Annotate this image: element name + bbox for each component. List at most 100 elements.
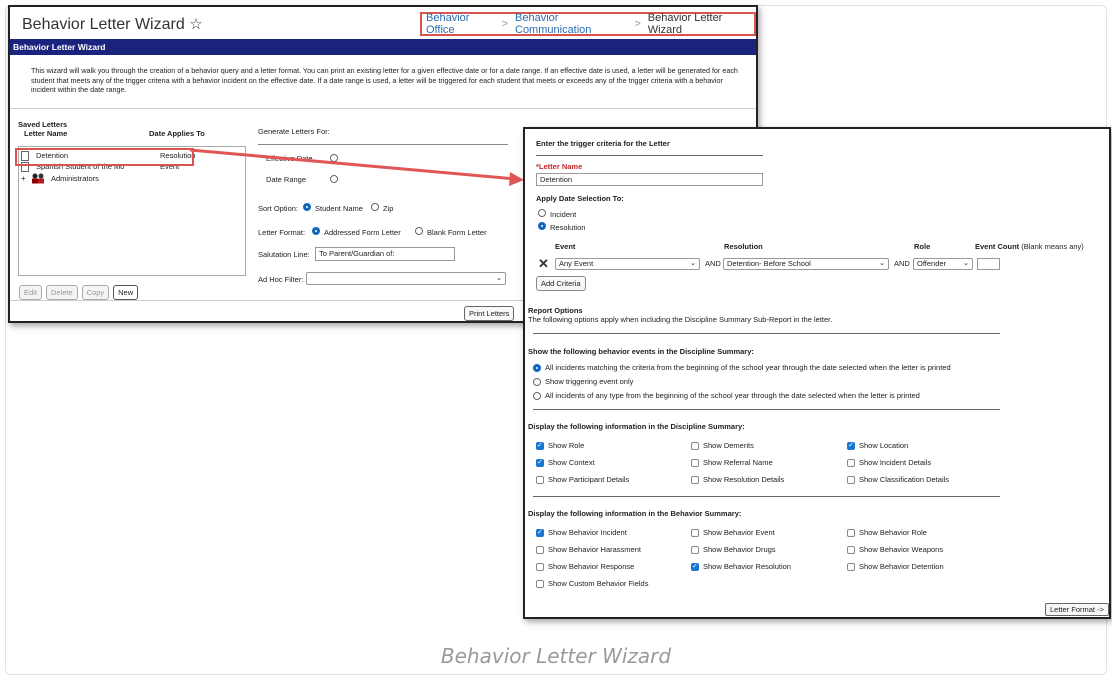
option-checkbox-item[interactable]: Show Location — [847, 441, 908, 450]
events-option[interactable]: All incidents of any type from the begin… — [533, 391, 920, 400]
option-checkbox-item[interactable]: Show Behavior Harassment — [536, 545, 641, 554]
checkbox[interactable] — [536, 441, 544, 450]
chevron-down-icon: ⌄ — [879, 260, 885, 267]
events-option[interactable]: All incidents matching the criteria from… — [533, 363, 951, 372]
checkbox-label: Show Behavior Weapons — [859, 545, 944, 554]
option-checkbox-item[interactable]: Show Behavior Resolution — [691, 562, 791, 571]
checkbox[interactable] — [536, 528, 544, 537]
add-criteria-button[interactable]: Add Criteria — [536, 276, 586, 291]
events-option-label: All incidents matching the criteria from… — [545, 363, 951, 372]
role-select-value: Offender — [917, 259, 947, 268]
option-checkbox-item[interactable]: Show Behavior Drugs — [691, 545, 776, 554]
checkbox[interactable] — [847, 562, 855, 571]
option-checkbox-item[interactable]: Show Incident Details — [847, 458, 931, 467]
events-option-label: All incidents of any type from the begin… — [545, 391, 920, 400]
apply-date-label: Apply Date Selection To: — [536, 194, 624, 203]
checkbox[interactable] — [847, 528, 855, 537]
option-checkbox-item[interactable]: Show Behavior Response — [536, 562, 634, 571]
letter-name-label: *Letter Name — [536, 162, 583, 171]
incident-radio[interactable] — [538, 209, 546, 217]
checkbox-label: Show Participant Details — [548, 475, 630, 484]
checkbox-label: Show Behavior Detention — [859, 562, 944, 571]
checkbox-label: Show Resolution Details — [703, 475, 785, 484]
checkbox[interactable] — [847, 545, 855, 554]
checkbox-label: Show Incident Details — [859, 458, 932, 467]
role-select[interactable]: Offender ⌄ — [913, 258, 973, 270]
event-count-input[interactable] — [977, 258, 1000, 270]
letter-name-input[interactable]: Detention — [536, 173, 763, 186]
chevron-down-icon: ⌄ — [963, 260, 969, 267]
discipline-heading: Display the following information in the… — [528, 422, 745, 431]
option-checkbox-item[interactable]: Show Behavior Role — [847, 528, 927, 537]
event-count-note: (Blank means any) — [1021, 242, 1084, 251]
option-checkbox-item[interactable]: Show Referral Name — [691, 458, 773, 467]
option-checkbox-item[interactable]: Show Demerits — [691, 441, 754, 450]
checkbox[interactable] — [691, 475, 699, 484]
criteria-heading: Enter the trigger criteria for the Lette… — [536, 139, 670, 148]
checkbox-label: Show Behavior Incident — [548, 528, 627, 537]
checkbox[interactable] — [536, 562, 544, 571]
resolution-select[interactable]: Detention- Before School ⌄ — [723, 258, 889, 270]
checkbox-label: Show Role — [548, 441, 585, 450]
checkbox-label: Show Behavior Resolution — [703, 562, 791, 571]
checkbox-label: Show Behavior Role — [859, 528, 927, 537]
checkbox-label: Show Classification Details — [859, 475, 950, 484]
checkbox[interactable] — [847, 458, 855, 467]
option-checkbox-item[interactable]: Show Participant Details — [536, 475, 629, 484]
incident-label: Incident — [550, 210, 577, 219]
checkbox[interactable] — [536, 579, 544, 588]
divider — [533, 409, 1000, 410]
option-checkbox-item[interactable]: Show Custom Behavior Fields — [536, 579, 648, 588]
option-checkbox-item[interactable]: Show Behavior Weapons — [847, 545, 943, 554]
events-option[interactable]: Show triggering event only — [533, 377, 633, 386]
divider — [533, 333, 1000, 334]
option-checkbox-item[interactable]: Show Role — [536, 441, 584, 450]
checkbox[interactable] — [691, 528, 699, 537]
resolution-radio[interactable] — [538, 222, 546, 230]
checkbox-label: Show Location — [859, 441, 909, 450]
option-checkbox-item[interactable]: Show Classification Details — [847, 475, 949, 484]
and-label: AND — [894, 259, 910, 268]
event-count-heading: Event Count — [975, 242, 1020, 251]
resolution-select-value: Detention- Before School — [727, 259, 811, 268]
checkbox[interactable] — [691, 458, 699, 467]
checkbox-label: Show Custom Behavior Fields — [548, 579, 649, 588]
chevron-down-icon: ⌄ — [690, 260, 696, 267]
column-header-resolution: Resolution — [724, 242, 763, 251]
trigger-criteria-window: Enter the trigger criteria for the Lette… — [523, 127, 1111, 619]
checkbox[interactable] — [847, 441, 855, 450]
report-options-note: The following options apply when includi… — [528, 315, 833, 324]
column-header-event: Event — [555, 242, 576, 251]
option-checkbox-item[interactable]: Show Behavior Event — [691, 528, 775, 537]
checkbox[interactable] — [847, 475, 855, 484]
events-option-label: Show triggering event only — [545, 377, 634, 386]
option-checkbox-item[interactable]: Show Context — [536, 458, 595, 467]
checkbox[interactable] — [536, 458, 544, 467]
checkbox-label: Show Behavior Event — [703, 528, 775, 537]
checkbox[interactable] — [691, 441, 699, 450]
event-select-value: Any Event — [559, 259, 594, 268]
checkbox[interactable] — [691, 562, 699, 571]
divider — [536, 155, 763, 156]
checkbox-label: Show Referral Name — [703, 458, 773, 467]
events-radio[interactable] — [533, 363, 541, 372]
event-select[interactable]: Any Event ⌄ — [555, 258, 700, 270]
events-radio[interactable] — [533, 391, 541, 400]
report-options-heading: Report Options — [528, 306, 583, 315]
checkbox[interactable] — [536, 475, 544, 484]
events-radio[interactable] — [533, 377, 541, 386]
checkbox[interactable] — [691, 545, 699, 554]
option-checkbox-item[interactable]: Show Behavior Detention — [847, 562, 944, 571]
remove-criteria-icon[interactable]: ✕ — [538, 256, 549, 272]
behavior-heading: Display the following information in the… — [528, 509, 742, 518]
option-checkbox-item[interactable]: Show Resolution Details — [691, 475, 784, 484]
resolution-label: Resolution — [550, 223, 586, 232]
column-header-event-count: Event Count (Blank means any) — [975, 242, 1084, 251]
and-label: AND — [705, 259, 721, 268]
checkbox[interactable] — [536, 545, 544, 554]
checkbox-label: Show Behavior Drugs — [703, 545, 776, 554]
events-heading: Show the following behavior events in th… — [528, 347, 754, 356]
checkbox-label: Show Behavior Harassment — [548, 545, 641, 554]
option-checkbox-item[interactable]: Show Behavior Incident — [536, 528, 627, 537]
letter-format-button[interactable]: Letter Format -> — [1045, 603, 1109, 616]
